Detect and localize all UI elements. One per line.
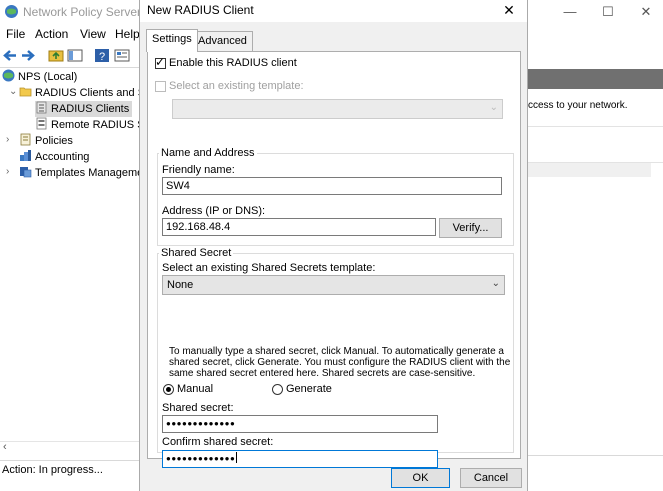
- up-folder-icon[interactable]: [48, 48, 64, 63]
- confirm-secret-input[interactable]: ●●●●●●●●●●●●●: [162, 450, 438, 468]
- menu-file[interactable]: File: [6, 27, 25, 41]
- details-description: ccess to your network.: [528, 100, 628, 111]
- secret-template-dropdown[interactable]: None ⌄: [162, 275, 505, 295]
- tab-settings[interactable]: Settings: [146, 29, 198, 52]
- back-arrow-icon[interactable]: [2, 48, 18, 63]
- chevron-down-icon: ⌄: [491, 278, 500, 289]
- console-tree: NPS (Local) ⌄ RADIUS Clients and Se RADI…: [0, 68, 151, 440]
- select-template-checkbox[interactable]: [155, 81, 166, 92]
- tree-item-remote-radius-servers[interactable]: Remote RADIUS Se: [35, 117, 151, 133]
- address-label: Address (IP or DNS):: [162, 205, 266, 217]
- generate-radio-label: Generate: [286, 383, 332, 395]
- properties-icon[interactable]: [114, 48, 130, 63]
- confirm-secret-value: ●●●●●●●●●●●●●: [166, 454, 236, 463]
- friendly-name-input[interactable]: SW4: [162, 177, 502, 195]
- menu-bar: File Action View Help: [0, 24, 140, 44]
- confirm-secret-label: Confirm shared secret:: [162, 436, 274, 448]
- svg-text:?: ?: [99, 51, 105, 63]
- menu-view[interactable]: View: [80, 27, 106, 41]
- menu-action[interactable]: Action: [35, 27, 68, 41]
- remote-servers-icon: [36, 117, 47, 130]
- tree-item-policies[interactable]: Policies: [19, 133, 73, 149]
- tree-label: Remote RADIUS Se: [51, 119, 151, 131]
- dialog-title: New RADIUS Client: [147, 3, 254, 17]
- status-bar: Action: In progress...: [0, 460, 140, 480]
- settings-panel: ✓ Enable this RADIUS client Select an ex…: [147, 51, 521, 468]
- forward-arrow-icon[interactable]: [20, 48, 36, 63]
- shared-secret-value: ●●●●●●●●●●●●●: [166, 419, 236, 428]
- manual-radio[interactable]: [163, 384, 174, 395]
- friendly-name-label: Friendly name:: [162, 164, 235, 176]
- ok-button[interactable]: OK: [391, 468, 450, 488]
- tree-label: RADIUS Clients and Se: [35, 87, 152, 99]
- accounting-icon: [20, 150, 31, 161]
- tree-label: NPS (Local): [18, 71, 78, 83]
- tree-horizontal-scrollbar[interactable]: ‹: [0, 441, 140, 455]
- tree-label: Policies: [35, 135, 73, 147]
- details-status-area: [528, 455, 663, 479]
- tree-item-nps-local[interactable]: NPS (Local): [2, 69, 77, 85]
- name-address-group-label: Name and Address: [159, 147, 257, 159]
- shared-secret-label: Shared secret:: [162, 402, 234, 414]
- collapsed-chevron-icon[interactable]: ›: [6, 134, 9, 145]
- shared-secret-description: To manually type a shared secret, click …: [169, 346, 511, 379]
- collapsed-chevron-icon[interactable]: ›: [6, 166, 9, 177]
- toolbar: ?: [0, 44, 140, 68]
- tree-item-accounting[interactable]: Accounting: [19, 149, 89, 165]
- scroll-left-arrow-icon[interactable]: ‹: [3, 441, 7, 453]
- dialog-titlebar: New RADIUS Client ✕: [140, 0, 527, 22]
- chevron-down-icon: ⌄: [489, 102, 498, 113]
- details-divider: [528, 126, 663, 127]
- enable-client-label: Enable this RADIUS client: [169, 57, 297, 69]
- tree-label: Templates Manageme: [35, 167, 144, 179]
- dialog-body: Settings Advanced ✓ Enable this RADIUS c…: [140, 22, 527, 491]
- manual-radio-label: Manual: [177, 383, 214, 395]
- tree-item-templates-management[interactable]: Templates Manageme: [19, 165, 143, 181]
- generate-radio[interactable]: [272, 384, 283, 395]
- secret-template-label: Select an existing Shared Secrets templa…: [162, 262, 376, 274]
- select-template-label: Select an existing template:: [169, 80, 304, 92]
- details-row-band: [528, 163, 651, 177]
- tree-item-radius-clients[interactable]: RADIUS Clients: [35, 101, 133, 117]
- close-window-button[interactable]: ✕: [624, 1, 663, 23]
- address-input[interactable]: 192.168.48.4: [162, 218, 436, 236]
- tree-label: RADIUS Clients: [51, 103, 130, 115]
- secret-template-value: None: [167, 279, 194, 291]
- shared-secret-group-label: Shared Secret: [159, 247, 234, 259]
- checkmark-icon: ✓: [155, 55, 166, 69]
- cancel-button[interactable]: Cancel: [460, 468, 522, 488]
- nps-app-icon: [5, 5, 18, 18]
- nps-window-title: Network Policy Server: [23, 5, 142, 19]
- templates-icon: [20, 167, 32, 178]
- tree-label: Accounting: [35, 151, 90, 163]
- verify-button[interactable]: Verify...: [439, 218, 502, 238]
- policies-icon: [20, 133, 31, 146]
- folder-icon: [19, 87, 32, 97]
- radio-selected-dot: [166, 387, 171, 392]
- show-hide-tree-icon[interactable]: [67, 48, 83, 63]
- help-icon[interactable]: ?: [94, 48, 110, 63]
- menu-help[interactable]: Help: [115, 27, 140, 41]
- shared-secret-input[interactable]: ●●●●●●●●●●●●●: [162, 415, 438, 433]
- nps-globe-icon: [2, 69, 15, 82]
- new-radius-client-dialog: New RADIUS Client ✕ Settings Advanced ✓ …: [139, 0, 528, 491]
- radius-clients-icon: [36, 101, 47, 114]
- tree-item-radius-clients-servers[interactable]: RADIUS Clients and Se: [19, 85, 151, 101]
- text-cursor: [236, 452, 238, 463]
- details-header-band: [528, 69, 663, 89]
- tab-advanced[interactable]: Advanced: [192, 31, 253, 51]
- template-dropdown[interactable]: ⌄: [172, 99, 503, 119]
- enable-client-checkbox[interactable]: ✓: [155, 55, 166, 69]
- expanded-chevron-icon[interactable]: ⌄: [9, 86, 17, 97]
- dialog-close-button[interactable]: ✕: [497, 0, 521, 20]
